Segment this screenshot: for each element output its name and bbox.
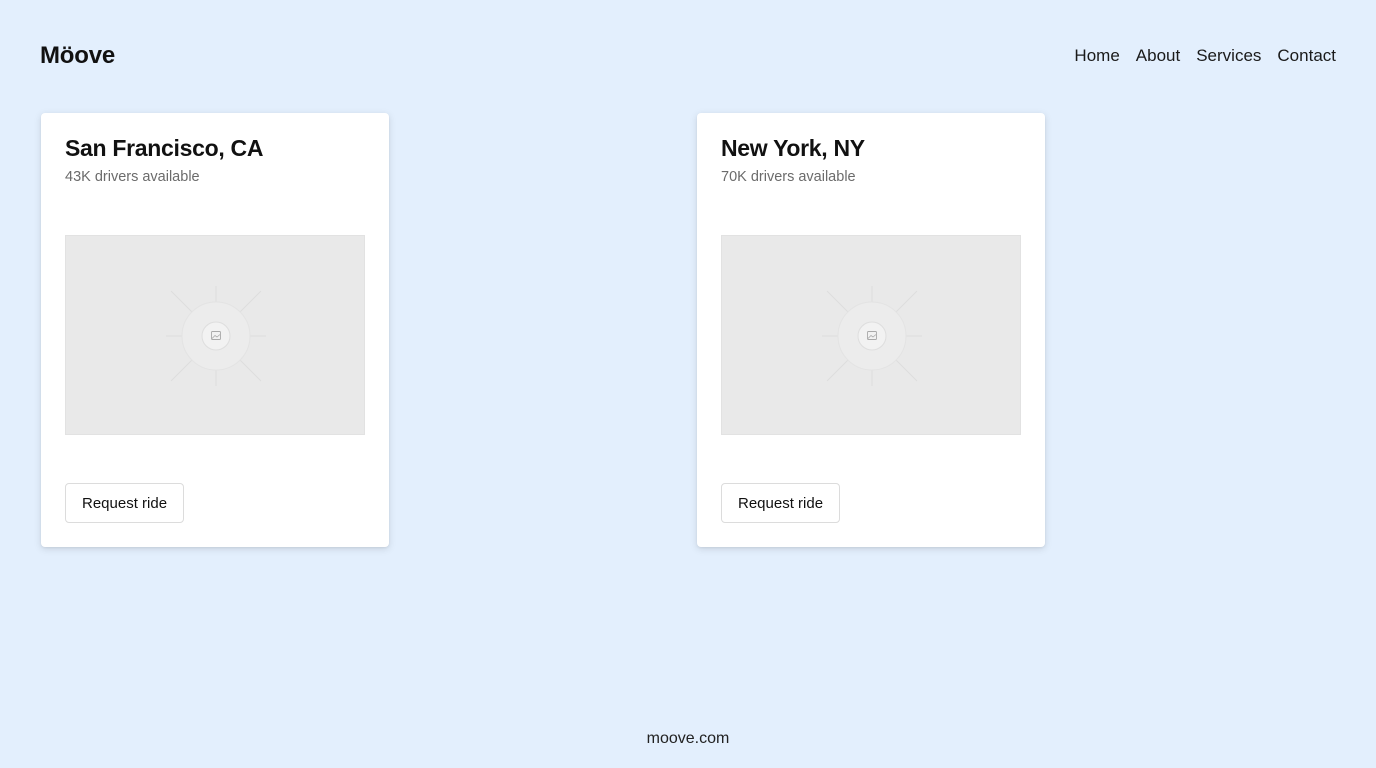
request-ride-button[interactable]: Request ride	[721, 483, 841, 523]
drivers-available: 70K drivers available	[721, 169, 856, 185]
brand-logo[interactable]: Möove	[40, 42, 115, 70]
city-title: San Francisco, CA	[65, 135, 264, 161]
city-title: New York, NY	[721, 135, 865, 161]
city-image-placeholder	[721, 235, 1021, 435]
nav-link-contact[interactable]: Contact	[1277, 46, 1336, 66]
nav-link-about[interactable]: About	[1136, 46, 1180, 66]
footer-domain[interactable]: moove.com	[647, 730, 730, 747]
site-header: Möove Home About Services Contact	[40, 40, 1336, 72]
drivers-available: 43K drivers available	[65, 169, 200, 185]
request-ride-button[interactable]: Request ride	[65, 483, 185, 523]
city-card-new-york: New York, NY 70K drivers available Reque…	[697, 113, 1045, 547]
image-placeholder-icon	[822, 286, 922, 386]
nav-link-services[interactable]: Services	[1196, 46, 1261, 66]
site-footer: moove.com	[0, 730, 1376, 748]
main-nav: Home About Services Contact	[1074, 46, 1336, 66]
city-card-san-francisco: San Francisco, CA 43K drivers available …	[41, 113, 389, 547]
city-image-placeholder	[65, 235, 365, 435]
nav-link-home[interactable]: Home	[1074, 46, 1119, 66]
image-placeholder-icon	[166, 286, 266, 386]
